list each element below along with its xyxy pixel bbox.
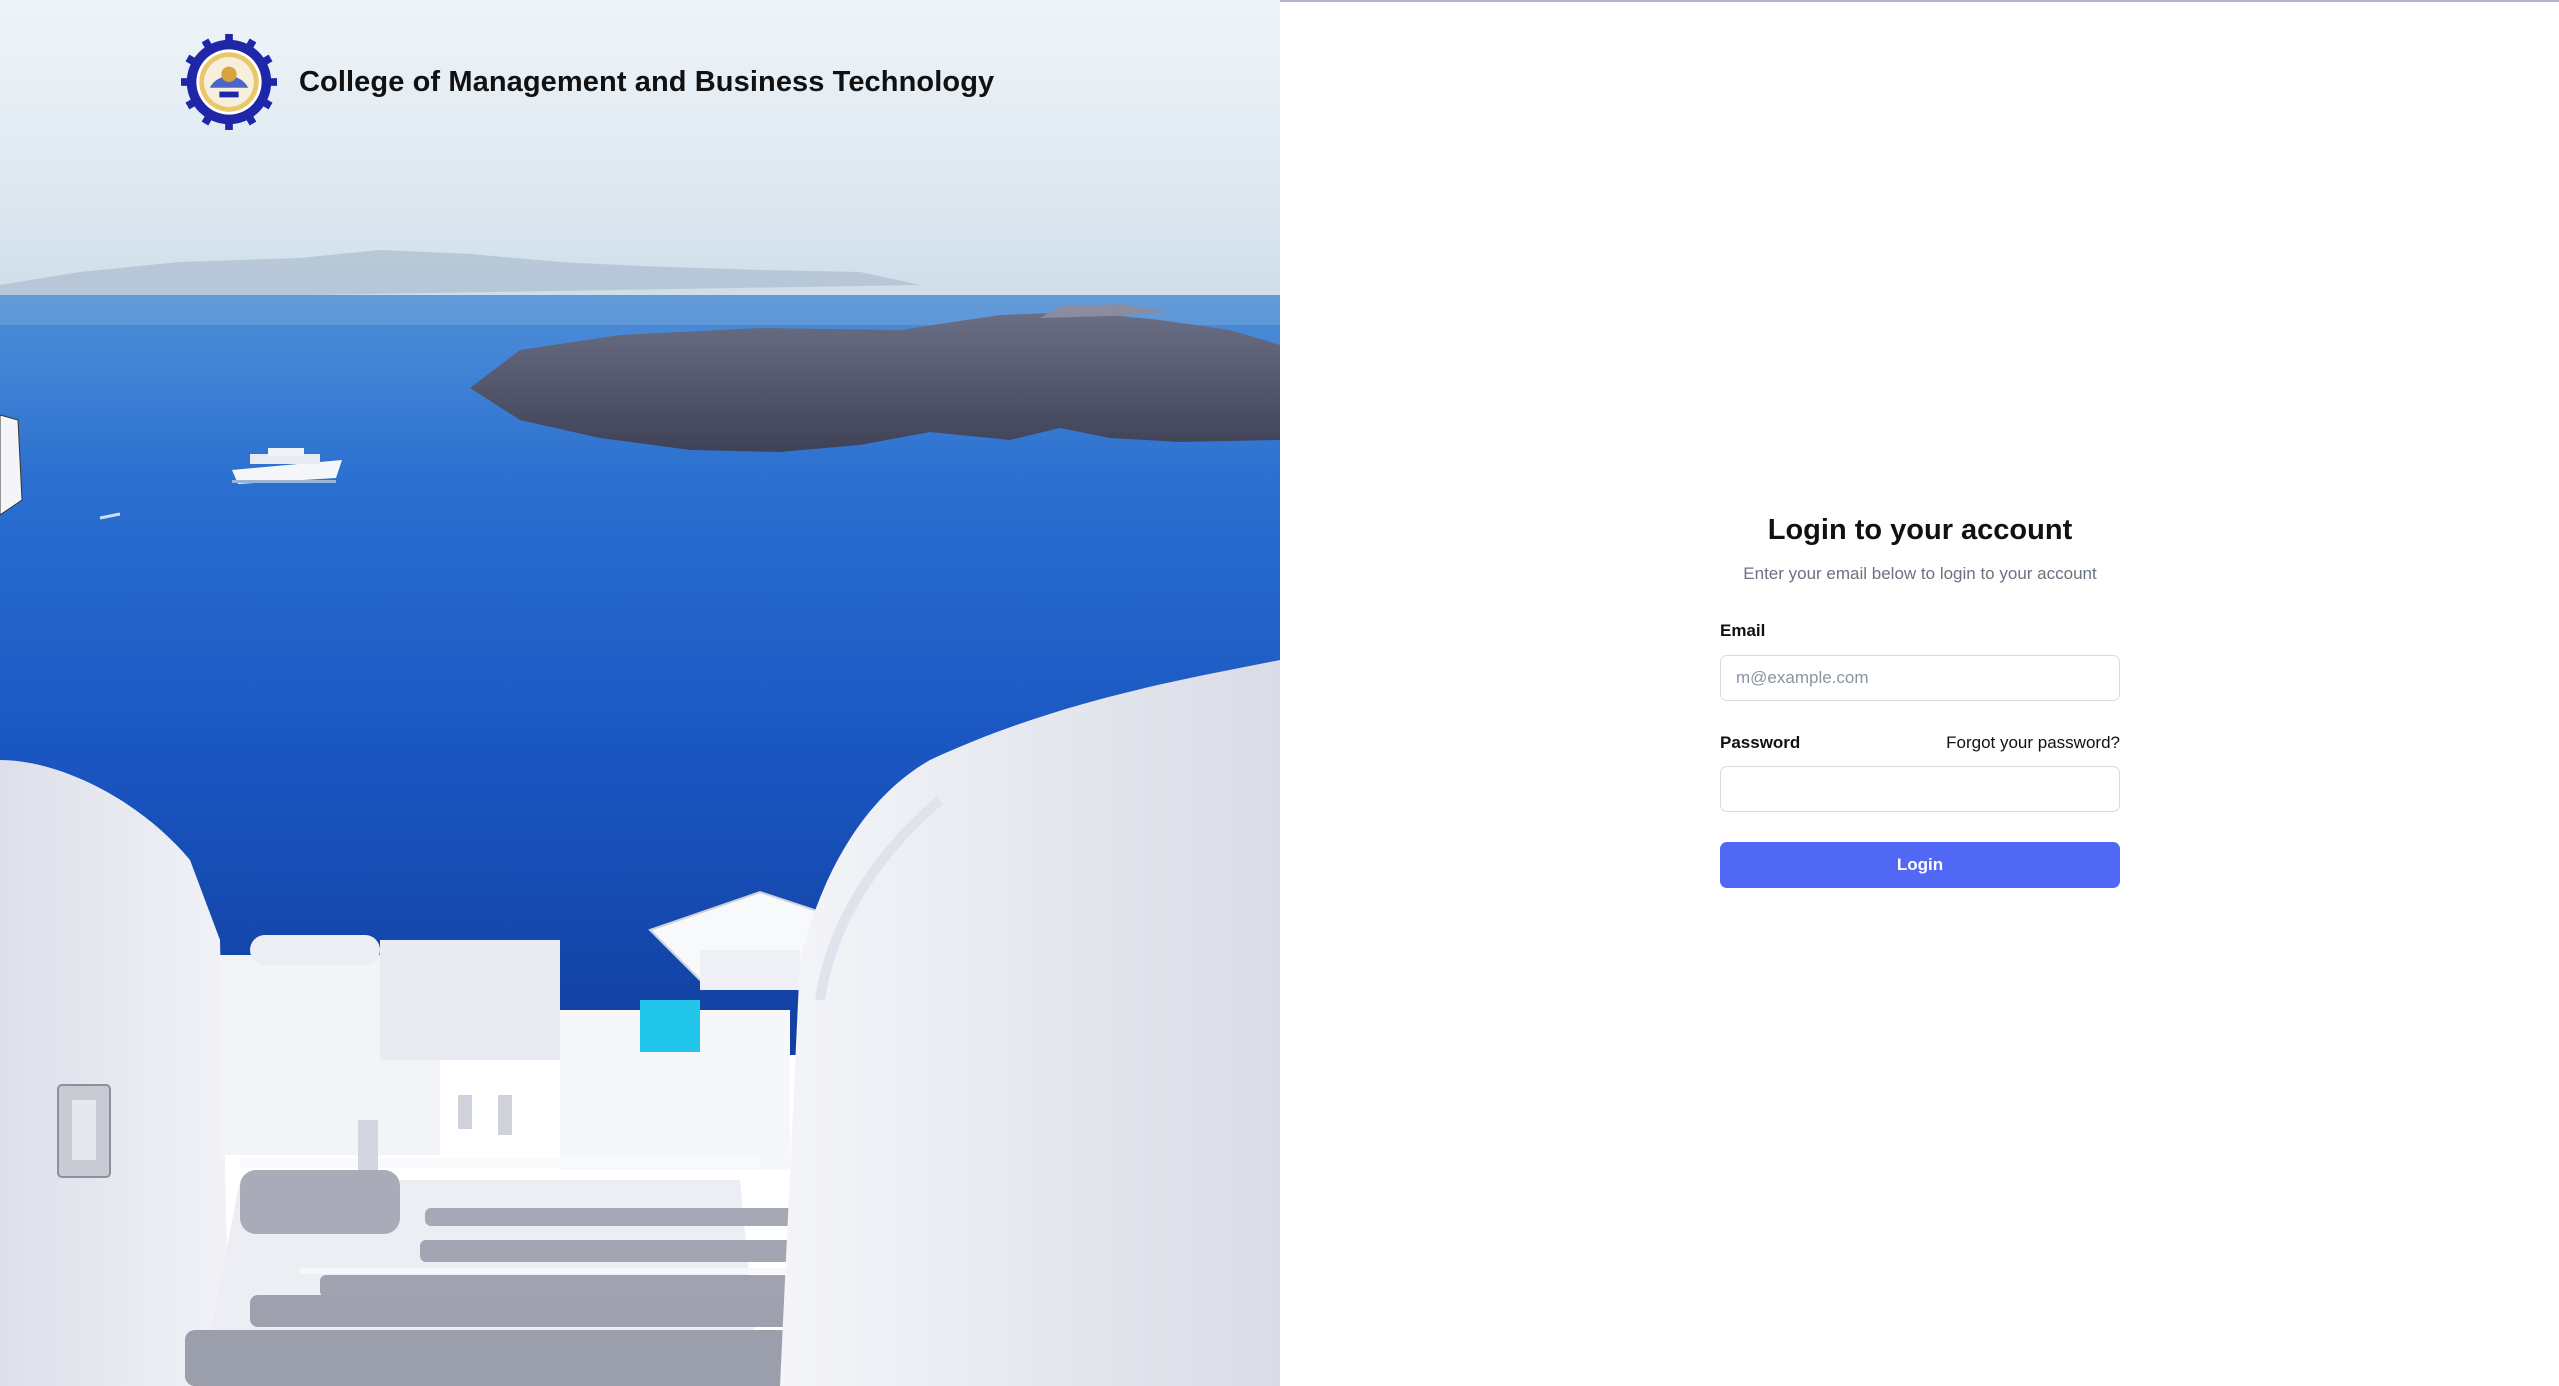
- hero-seascape-image: [0, 0, 1280, 1386]
- login-title: Login to your account: [1767, 514, 2073, 546]
- college-seal-gear-icon: [181, 34, 277, 130]
- password-label-row: Password Forgot your password?: [1720, 732, 2120, 754]
- email-label: Email: [1720, 621, 1766, 640]
- login-page: College of Management and Business Techn…: [0, 0, 2559, 1386]
- login-form: Login to your account Enter your email b…: [1720, 510, 2120, 888]
- password-input[interactable]: [1720, 766, 2120, 812]
- forgot-password-link[interactable]: Forgot your password?: [1946, 732, 2120, 754]
- login-panel: Login to your account Enter your email b…: [1280, 0, 2559, 1386]
- password-label: Password: [1720, 733, 1801, 752]
- college-name: College of Management and Business Techn…: [299, 65, 995, 98]
- email-input[interactable]: [1720, 655, 2120, 701]
- login-button[interactable]: Login: [1720, 842, 2120, 888]
- brand-header: College of Management and Business Techn…: [181, 34, 994, 130]
- hero-panel: College of Management and Business Techn…: [0, 0, 1280, 1386]
- login-subtitle: Enter your email below to login to your …: [1743, 564, 2097, 583]
